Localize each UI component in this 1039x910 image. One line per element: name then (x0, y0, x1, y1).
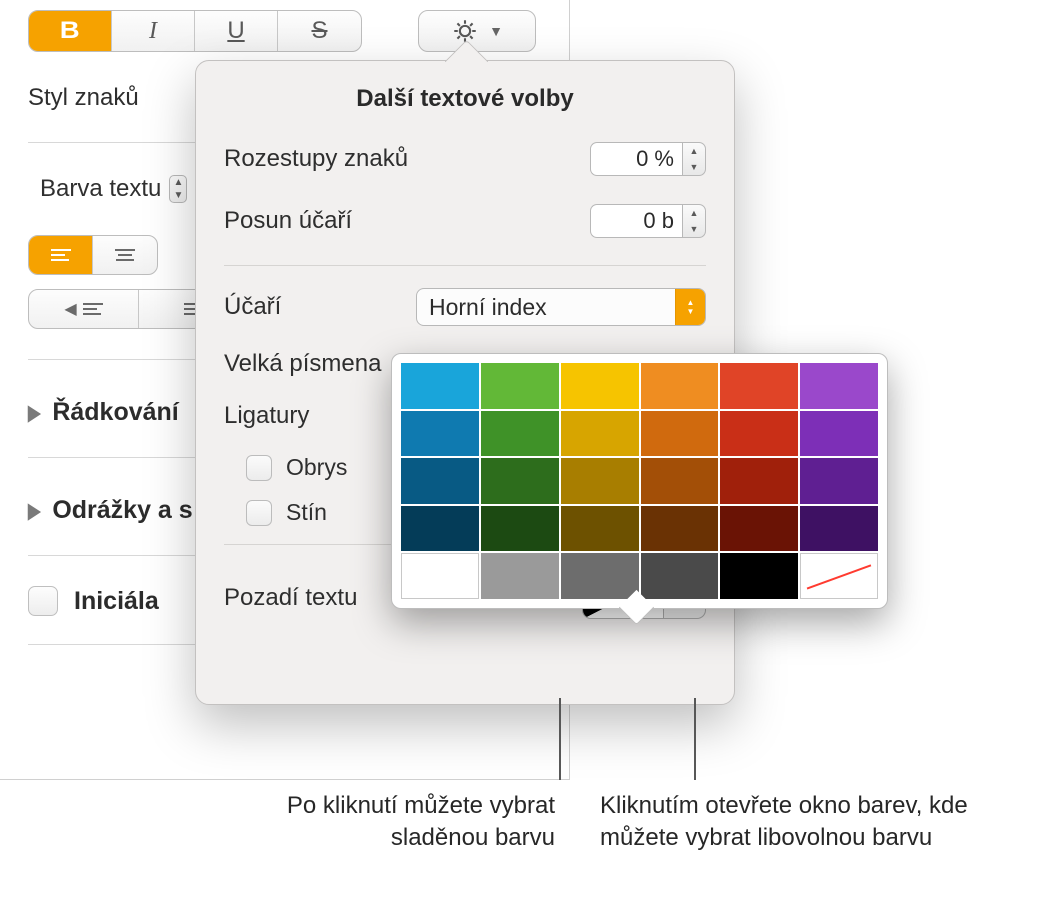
callout-right: Kliknutím otevřete okno barev, kde můžet… (600, 790, 1000, 855)
callout-leaders (0, 0, 1039, 910)
callout-left: Po kliknutí můžete vybrat sladěnou barvu (225, 790, 555, 855)
